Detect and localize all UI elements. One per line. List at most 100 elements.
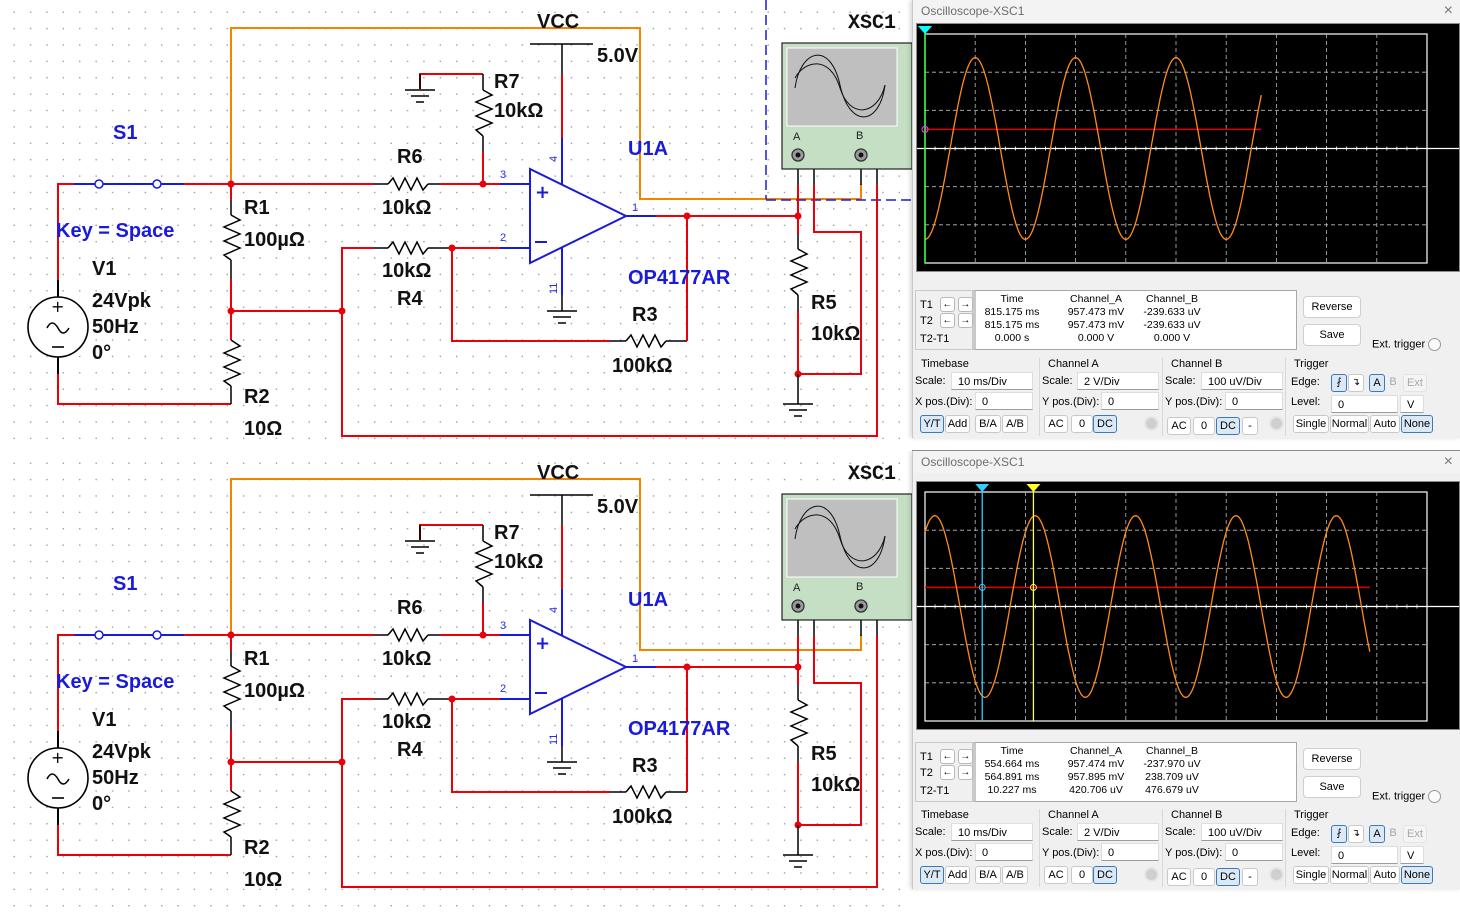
- channel-b-zero-button[interactable]: 0: [1193, 868, 1215, 886]
- t2-left-arrow-icon[interactable]: ←: [939, 313, 955, 328]
- schematic-canvas[interactable]: + + S1 Key = Space V1 24Vpk 50Hz 0° R1 1…: [0, 0, 912, 451]
- timebase-xpos-field[interactable]: 0: [975, 843, 1033, 861]
- channel-a-zero-button[interactable]: 0: [1071, 415, 1093, 433]
- pin-4: 4: [548, 155, 560, 162]
- r3-value: 100kΩ: [612, 355, 673, 377]
- channel-a-dc-button[interactable]: DC: [1093, 415, 1117, 433]
- resistor-r4[interactable]: [387, 691, 429, 707]
- trigger-none-button[interactable]: None: [1401, 415, 1433, 433]
- noninverting-icon: +: [535, 182, 550, 203]
- trigger-none-button[interactable]: None: [1401, 866, 1433, 884]
- mode-add-button[interactable]: Add: [945, 415, 970, 433]
- trigger-source-b-button[interactable]: B: [1386, 825, 1400, 841]
- reverse-button[interactable]: Reverse: [1303, 296, 1361, 318]
- resistor-r2[interactable]: [222, 339, 242, 387]
- timebase-xpos-field[interactable]: 0: [975, 392, 1033, 410]
- trigger-source-b-button[interactable]: B: [1386, 374, 1400, 390]
- channel-a-ac-button[interactable]: AC: [1044, 866, 1068, 884]
- channel-b-invert-button[interactable]: -: [1242, 868, 1258, 886]
- scope-titlebar[interactable]: Oscilloscope-XSC1 ×: [913, 0, 1460, 22]
- trigger-normal-button[interactable]: Normal: [1330, 415, 1369, 433]
- t2-left-arrow-icon[interactable]: ←: [939, 765, 955, 780]
- trigger-auto-button[interactable]: Auto: [1370, 415, 1400, 433]
- trigger-source-a-button[interactable]: A: [1369, 825, 1385, 843]
- resistor-r1[interactable]: [222, 665, 242, 712]
- channel-a-dc-button[interactable]: DC: [1093, 866, 1117, 884]
- trigger-level-unit[interactable]: V: [1400, 846, 1424, 864]
- channel-b-invert-button[interactable]: -: [1242, 417, 1258, 435]
- scope-screen[interactable]: [916, 23, 1460, 272]
- channel-a-scale-field[interactable]: 2 V/Div: [1077, 372, 1159, 390]
- t1-right-arrow-icon[interactable]: →: [957, 749, 973, 764]
- t1-right-arrow-icon[interactable]: →: [957, 297, 973, 312]
- close-icon[interactable]: ×: [1444, 2, 1453, 20]
- probe-wire-a[interactable]: [230, 478, 862, 651]
- channel-b-ypos-field[interactable]: 0: [1225, 392, 1283, 410]
- scope-plot: [917, 26, 1459, 264]
- timebase-scale-field[interactable]: 10 ms/Div: [951, 823, 1033, 841]
- trigger-level-field[interactable]: 0: [1331, 846, 1398, 864]
- channel-a-ypos-field[interactable]: 0: [1101, 392, 1159, 410]
- ext-trigger-radio[interactable]: [1428, 338, 1442, 351]
- trigger-source-ext-button[interactable]: Ext: [1403, 825, 1427, 843]
- t2-right-arrow-icon[interactable]: →: [957, 765, 973, 780]
- channel-b-scale-field[interactable]: 100 uV/Div: [1201, 372, 1283, 390]
- t1-left-arrow-icon[interactable]: ←: [939, 749, 955, 764]
- scope-titlebar[interactable]: Oscilloscope-XSC1 ×: [913, 451, 1460, 473]
- close-icon[interactable]: ×: [1444, 453, 1453, 471]
- channel-a-zero-button[interactable]: 0: [1071, 866, 1093, 884]
- save-button[interactable]: Save: [1303, 324, 1361, 346]
- ext-trigger[interactable]: Ext. trigger: [1372, 338, 1442, 351]
- channel-b-dc-button[interactable]: DC: [1216, 417, 1240, 435]
- trigger-level-unit[interactable]: V: [1400, 395, 1424, 413]
- resistor-r7[interactable]: [474, 89, 494, 137]
- channel-a-scale-field[interactable]: 2 V/Div: [1077, 823, 1159, 841]
- trigger-single-button[interactable]: Single: [1293, 866, 1329, 884]
- mode-ba-button[interactable]: B/A: [975, 415, 1001, 433]
- trigger-auto-button[interactable]: Auto: [1370, 866, 1400, 884]
- channel-a-ypos-field[interactable]: 0: [1101, 843, 1159, 861]
- reverse-button[interactable]: Reverse: [1303, 748, 1361, 770]
- rising-edge-icon[interactable]: ⨏: [1331, 825, 1347, 843]
- mode-ba-button[interactable]: B/A: [975, 866, 1001, 884]
- channel-b-scale-field[interactable]: 100 uV/Div: [1201, 823, 1283, 841]
- resistor-r6[interactable]: [387, 176, 429, 192]
- rising-edge-icon[interactable]: ⨏: [1331, 374, 1347, 392]
- mode-yt-button[interactable]: Y/T: [920, 866, 944, 884]
- channel-b-ac-button[interactable]: AC: [1167, 868, 1191, 886]
- ext-trigger[interactable]: Ext. trigger: [1372, 790, 1442, 803]
- falling-edge-icon[interactable]: ↴: [1348, 374, 1364, 392]
- resistor-r6[interactable]: [387, 627, 429, 643]
- resistor-r4[interactable]: [387, 240, 429, 256]
- save-button[interactable]: Save: [1303, 776, 1361, 798]
- scope-screen[interactable]: [916, 481, 1460, 730]
- channel-b-zero-button[interactable]: 0: [1193, 417, 1215, 435]
- resistor-r5[interactable]: [789, 699, 809, 747]
- channel-b-ac-button[interactable]: AC: [1167, 417, 1191, 435]
- falling-edge-icon[interactable]: ↴: [1348, 825, 1364, 843]
- resistor-r3[interactable]: [625, 784, 667, 800]
- trigger-single-button[interactable]: Single: [1293, 415, 1329, 433]
- mode-add-button[interactable]: Add: [945, 866, 970, 884]
- mode-yt-button[interactable]: Y/T: [920, 415, 944, 433]
- resistor-r3[interactable]: [625, 333, 667, 349]
- t2-right-arrow-icon[interactable]: →: [957, 313, 973, 328]
- schematic-canvas[interactable]: + + S1 Key = Space V1 24Vpk 50Hz 0° R1 1…: [0, 451, 912, 913]
- ext-trigger-radio[interactable]: [1428, 790, 1442, 803]
- mode-ab-button[interactable]: A/B: [1002, 866, 1028, 884]
- resistor-r1[interactable]: [222, 214, 242, 261]
- trigger-source-ext-button[interactable]: Ext: [1403, 374, 1427, 392]
- resistor-r2[interactable]: [222, 790, 242, 838]
- t2-label: T2: [920, 314, 933, 327]
- t1-left-arrow-icon[interactable]: ←: [939, 297, 955, 312]
- trigger-source-a-button[interactable]: A: [1369, 374, 1385, 392]
- resistor-r5[interactable]: [789, 248, 809, 296]
- trigger-normal-button[interactable]: Normal: [1330, 866, 1369, 884]
- resistor-r7[interactable]: [474, 540, 494, 588]
- timebase-scale-field[interactable]: 10 ms/Div: [951, 372, 1033, 390]
- trigger-level-field[interactable]: 0: [1331, 395, 1398, 413]
- mode-ab-button[interactable]: A/B: [1002, 415, 1028, 433]
- channel-b-dc-button[interactable]: DC: [1216, 868, 1240, 886]
- channel-a-ac-button[interactable]: AC: [1044, 415, 1068, 433]
- channel-b-ypos-field[interactable]: 0: [1225, 843, 1283, 861]
